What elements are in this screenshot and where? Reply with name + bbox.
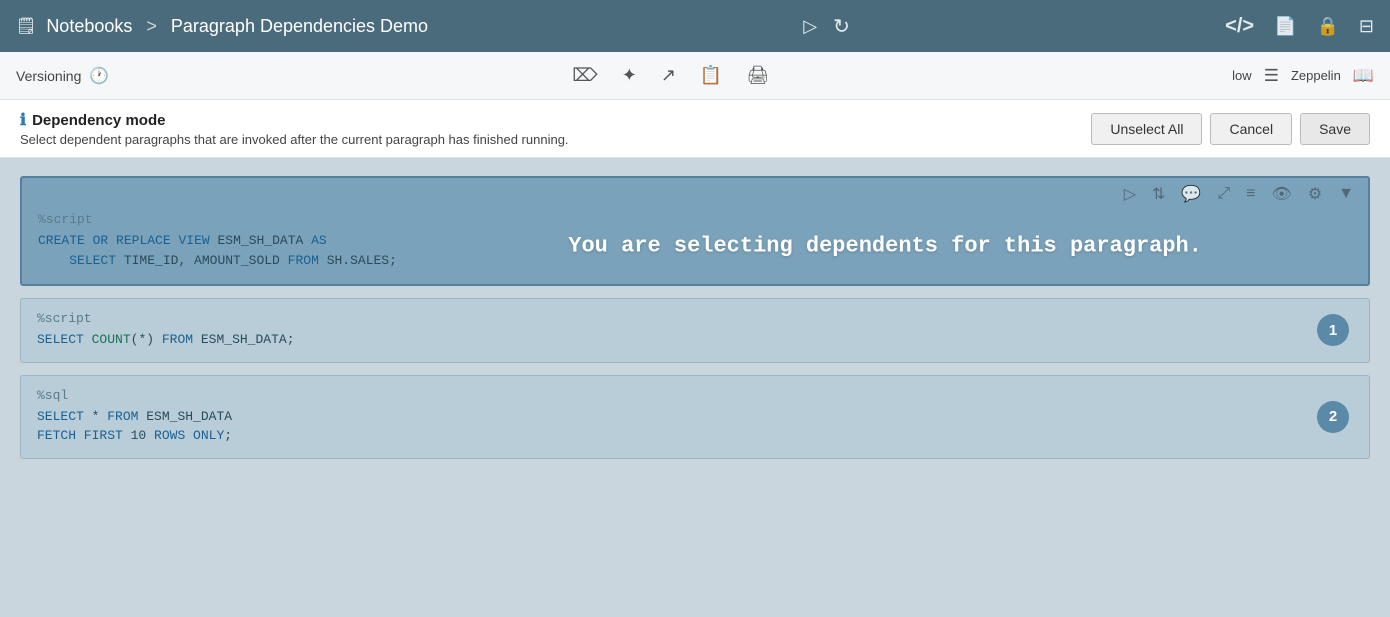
toolbar: Versioning 🕐 ⌦ ✦ ↗ 📋 🖨 low ☰ Zeppelin 📖 [0,52,1390,100]
main-content: ▷ ⇅ 💬 ⤢ ≡ 👁 ⚙ ▼ %script CREATE OR REPLAC… [0,158,1390,617]
para-1-dropdown-icon[interactable]: ▼ [1338,185,1354,203]
info-bar-buttons: Unselect All Cancel Save [1091,113,1370,145]
page-title: Paragraph Dependencies Demo [171,16,428,37]
info-bar-content: ℹ Dependency mode Select dependent parag… [20,110,569,147]
interpreter-label: Zeppelin [1291,68,1341,83]
info-bar-description: Select dependent paragraphs that are inv… [20,132,569,147]
breadcrumb-separator: > [146,16,157,37]
info-icon: ℹ [20,110,26,130]
info-bar-title: ℹ Dependency mode [20,110,569,130]
import-icon[interactable]: 📋 [700,65,722,86]
dependency-mode-label: Dependency mode [32,112,165,129]
erase-icon[interactable]: ⌦ [572,65,597,86]
para-1-type: %script [38,212,1352,227]
cancel-button[interactable]: Cancel [1210,113,1292,145]
toolbar-right: low ☰ Zeppelin 📖 [1232,66,1374,86]
interpret-icon[interactable]: ☰ [1264,66,1279,86]
toolbar-center: ⌦ ✦ ↗ 📋 🖨 [572,65,769,86]
info-bar: ℹ Dependency mode Select dependent parag… [0,100,1390,158]
code-icon[interactable]: </> [1225,15,1254,38]
lock-icon[interactable]: 🔒 [1316,16,1338,37]
para-3-code-line2: FETCH FIRST 10 ROWS ONLY; [37,426,1353,446]
notebook-icon: 🗒 [16,16,36,36]
unselect-all-button[interactable]: Unselect All [1091,113,1202,145]
para-1-body: %script CREATE OR REPLACE VIEW ESM_SH_DA… [22,208,1368,284]
refresh-icon[interactable]: ↻ [833,14,850,39]
para-1-dependency-icon[interactable]: ⇅ [1152,184,1165,204]
book-icon[interactable]: 📖 [1353,66,1374,86]
para-1-run-icon[interactable]: ▷ [1124,184,1136,204]
print-icon[interactable]: 🖨 [746,65,769,86]
top-navigation: 🗒 Notebooks > Paragraph Dependencies Dem… [0,0,1390,52]
magic-icon[interactable]: ✦ [622,65,637,86]
versioning-label: Versioning [16,68,81,84]
notebooks-link[interactable]: Notebooks [46,16,132,37]
para-2-badge: 1 [1317,314,1349,346]
paragraph-1[interactable]: ▷ ⇅ 💬 ⤢ ≡ 👁 ⚙ ▼ %script CREATE OR REPLAC… [20,176,1370,286]
paragraph-3[interactable]: %sql SELECT * FROM ESM_SH_DATA FETCH FIR… [20,375,1370,459]
low-label: low [1232,68,1252,83]
para-3-type: %sql [37,388,1353,403]
para-1-eye-icon[interactable]: 👁 [1272,184,1292,204]
para-1-list-icon[interactable]: ≡ [1246,185,1255,203]
para-1-code: CREATE OR REPLACE VIEW ESM_SH_DATA AS Yo… [38,231,1352,251]
layout-icon[interactable]: ⊟ [1359,16,1374,37]
nav-right-actions: </> 📄 🔒 ⊟ [1225,15,1374,38]
para-3-badge: 2 [1317,401,1349,433]
para-2-code: SELECT COUNT(*) FROM ESM_SH_DATA; [37,330,1353,350]
toolbar-left: Versioning 🕐 [16,66,109,86]
play-icon[interactable]: ▷ [803,16,817,37]
para-3-code: SELECT * FROM ESM_SH_DATA [37,407,1353,427]
save-button[interactable]: Save [1300,113,1370,145]
export-icon[interactable]: ↗ [661,65,676,86]
para-1-code-line2: SELECT TIME_ID, AMOUNT_SOLD FROM SH.SALE… [38,251,1352,271]
para-3-body: %sql SELECT * FROM ESM_SH_DATA FETCH FIR… [21,376,1369,458]
para-1-expand-icon[interactable]: ⤢ [1217,185,1230,203]
versioning-icon[interactable]: 🕐 [89,66,109,86]
document-icon[interactable]: 📄 [1274,16,1296,37]
para-1-settings-icon[interactable]: ⚙ [1308,184,1322,204]
nav-center-actions: ▷ ↻ [803,14,850,39]
paragraph-2[interactable]: %script SELECT COUNT(*) FROM ESM_SH_DATA… [20,298,1370,363]
para-2-body: %script SELECT COUNT(*) FROM ESM_SH_DATA… [21,299,1369,362]
para-1-toolbar: ▷ ⇅ 💬 ⤢ ≡ 👁 ⚙ ▼ [22,178,1368,208]
para-1-comment-icon[interactable]: 💬 [1181,184,1201,204]
para-2-type: %script [37,311,1353,326]
breadcrumb: 🗒 Notebooks > Paragraph Dependencies Dem… [16,16,428,37]
